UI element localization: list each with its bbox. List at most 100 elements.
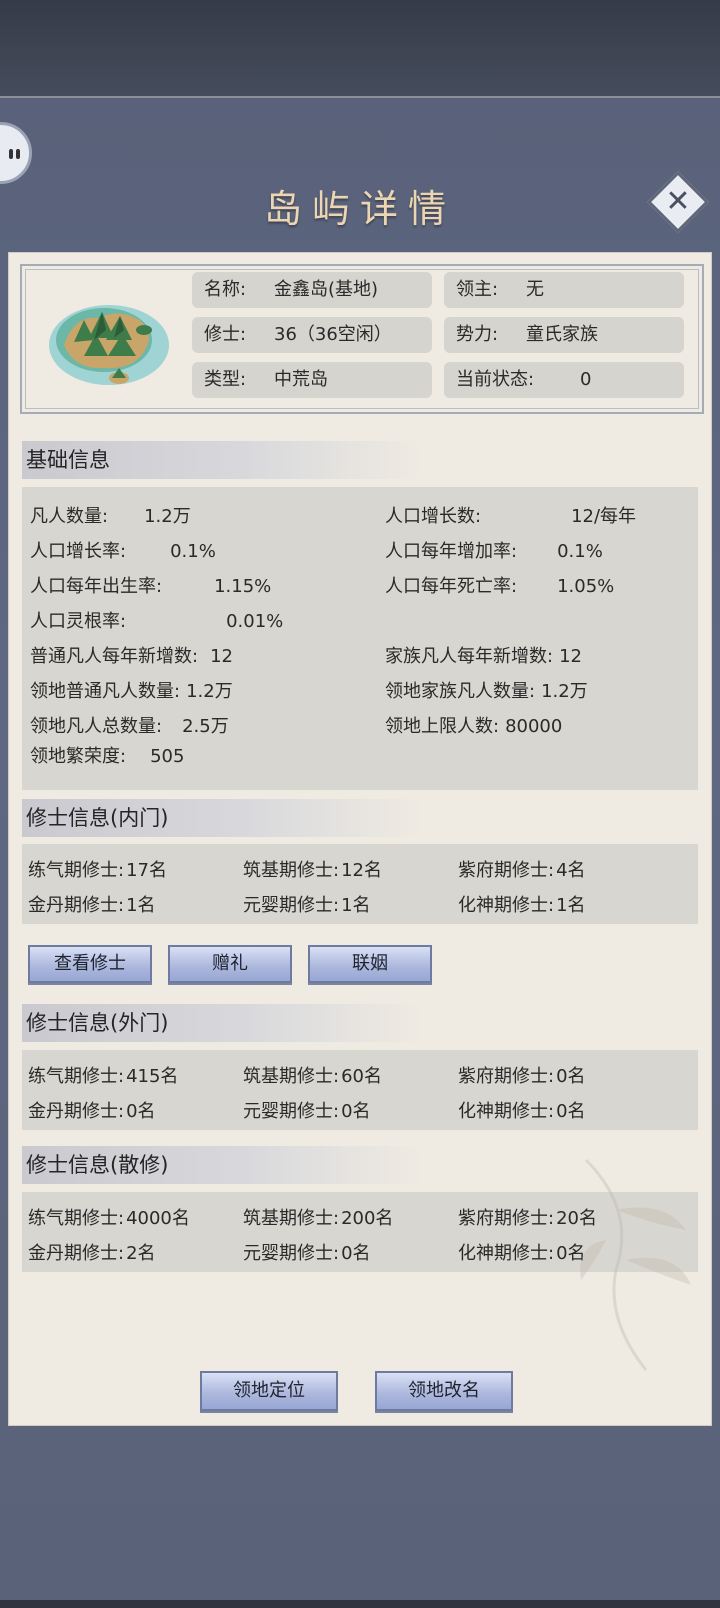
outer-cultivator-value: 0名 xyxy=(341,1101,371,1122)
basic-info-value: 12 xyxy=(559,646,582,667)
inner-cultivator-row: 练气期修士: 17名 xyxy=(28,856,167,882)
loose-cultivator-label: 化神期修士: xyxy=(458,1243,555,1264)
outer-cultivator-row: 化神期修士: 0名 xyxy=(458,1097,586,1123)
basic-info-row: 领地繁荣度: 505 xyxy=(30,742,184,768)
island-name-label: 名称: xyxy=(204,279,247,300)
island-name-value: 金鑫岛(基地) xyxy=(274,279,379,300)
territory-locate-button[interactable]: 领地定位 xyxy=(200,1371,338,1411)
outer-cultivator-label: 练气期修士: xyxy=(28,1066,125,1087)
basic-info-value: 2.5万 xyxy=(182,716,229,737)
view-cultivators-button[interactable]: 查看修士 xyxy=(28,945,152,983)
basic-info-row: 人口增长率: 0.1% xyxy=(30,537,216,563)
basic-info-row: 家族凡人每年新增数: 12 xyxy=(385,642,582,668)
basic-info-label: 人口增长数: xyxy=(385,506,482,527)
basic-info-row: 普通凡人每年新增数: 12 xyxy=(30,642,233,668)
outer-cultivator-label: 紫府期修士: xyxy=(458,1066,555,1087)
loose-cultivator-row: 金丹期修士: 2名 xyxy=(28,1239,156,1265)
loose-cultivator-row: 元婴期修士: 0名 xyxy=(243,1239,371,1265)
inner-cultivator-row: 金丹期修士: 1名 xyxy=(28,891,156,917)
basic-info-label: 普通凡人每年新增数: xyxy=(30,646,199,667)
island-cultivators-cell: 修士: 36（36空闲） xyxy=(192,317,432,353)
basic-info-value: 0.1% xyxy=(170,541,216,562)
basic-info-label: 领地繁荣度: xyxy=(30,746,127,767)
basic-info-value: 12 xyxy=(210,646,233,667)
basic-info-label: 领地家族凡人数量: xyxy=(385,681,536,702)
section-title-basic: 基础信息 xyxy=(22,441,422,479)
loose-cultivator-label: 筑基期修士: xyxy=(243,1208,340,1229)
inner-cultivator-value: 4名 xyxy=(556,860,586,881)
inner-cultivator-row: 筑基期修士: 12名 xyxy=(243,856,382,882)
basic-info-value: 0.1% xyxy=(557,541,603,562)
basic-info-row: 人口每年出生率: 1.15% xyxy=(30,572,271,598)
basic-info-row: 人口增长数: 12/每年 xyxy=(385,502,636,528)
basic-info-value: 505 xyxy=(150,746,185,767)
territory-rename-button[interactable]: 领地改名 xyxy=(375,1371,513,1411)
basic-info-label: 家族凡人每年新增数: xyxy=(385,646,554,667)
loose-cultivator-label: 练气期修士: xyxy=(28,1208,125,1229)
basic-info-label: 领地普通凡人数量: xyxy=(30,681,181,702)
inner-cultivator-value: 1名 xyxy=(556,895,586,916)
outer-cultivator-value: 60名 xyxy=(341,1066,382,1087)
basic-info-row: 领地普通凡人数量: 1.2万 xyxy=(30,677,233,703)
outer-cultivator-row: 练气期修士: 415名 xyxy=(28,1062,178,1088)
inner-cultivator-value: 1名 xyxy=(126,895,156,916)
outer-cultivator-row: 金丹期修士: 0名 xyxy=(28,1097,156,1123)
section-title-inner: 修士信息(内门) xyxy=(22,799,422,837)
loose-cultivator-label: 紫府期修士: xyxy=(458,1208,555,1229)
island-type-cell: 类型: 中荒岛 xyxy=(192,362,432,398)
basic-info-value: 80000 xyxy=(505,716,563,737)
basic-info-label: 人口每年死亡率: xyxy=(385,576,518,597)
inner-cultivator-value: 1名 xyxy=(341,895,371,916)
loose-cultivator-row: 筑基期修士: 200名 xyxy=(243,1204,393,1230)
outer-cultivator-label: 化神期修士: xyxy=(458,1101,555,1122)
island-faction-label: 势力: xyxy=(456,324,499,345)
island-lord-label: 领主: xyxy=(456,279,499,300)
loose-cultivator-label: 元婴期修士: xyxy=(243,1243,340,1264)
island-type-label: 类型: xyxy=(204,369,247,390)
basic-info-value: 12/每年 xyxy=(571,506,637,527)
loose-cultivator-row: 化神期修士: 0名 xyxy=(458,1239,586,1265)
marriage-button[interactable]: 联姻 xyxy=(308,945,432,983)
inner-cultivator-value: 17名 xyxy=(126,860,167,881)
inner-cultivator-label: 化神期修士: xyxy=(458,895,555,916)
inner-cultivator-label: 紫府期修士: xyxy=(458,860,555,881)
outer-cultivator-row: 元婴期修士: 0名 xyxy=(243,1097,371,1123)
basic-info-value: 1.15% xyxy=(214,576,272,597)
basic-info-label: 领地凡人总数量: xyxy=(30,716,163,737)
basic-info-value: 0.01% xyxy=(226,611,284,632)
inner-cultivator-label: 金丹期修士: xyxy=(28,895,125,916)
inner-cultivator-row: 紫府期修士: 4名 xyxy=(458,856,586,882)
basic-info-row: 领地凡人总数量: 2.5万 xyxy=(30,712,229,738)
outer-cultivator-label: 元婴期修士: xyxy=(243,1101,340,1122)
outer-cultivator-value: 0名 xyxy=(126,1101,156,1122)
inner-cultivator-label: 元婴期修士: xyxy=(243,895,340,916)
island-cultivators-value: 36（36空闲） xyxy=(274,324,392,345)
island-state-cell: 当前状态: 0 xyxy=(444,362,684,398)
outer-cultivator-label: 筑基期修士: xyxy=(243,1066,340,1087)
island-map-icon xyxy=(49,305,169,385)
loose-cultivator-value: 2名 xyxy=(126,1243,156,1264)
basic-info-label: 人口每年增加率: xyxy=(385,541,518,562)
basic-info-label: 人口灵根率: xyxy=(30,611,127,632)
island-lord-value: 无 xyxy=(526,279,544,300)
gift-button[interactable]: 赠礼 xyxy=(168,945,292,983)
island-cultivators-label: 修士: xyxy=(204,324,247,345)
island-state-value: 0 xyxy=(580,369,592,390)
inner-cultivator-value: 12名 xyxy=(341,860,382,881)
basic-info-label: 领地上限人数: xyxy=(385,716,500,737)
basic-info-row: 人口灵根率: 0.01% xyxy=(30,607,283,633)
island-faction-value: 童氏家族 xyxy=(526,324,598,345)
outer-cultivator-row: 筑基期修士: 60名 xyxy=(243,1062,382,1088)
basic-info-row: 凡人数量: 1.2万 xyxy=(30,502,191,528)
island-state-label: 当前状态: xyxy=(456,369,535,390)
basic-info-label: 人口每年出生率: xyxy=(30,576,163,597)
outer-cultivator-row: 紫府期修士: 0名 xyxy=(458,1062,586,1088)
inner-cultivator-row: 元婴期修士: 1名 xyxy=(243,891,371,917)
basic-info-label: 人口增长率: xyxy=(30,541,127,562)
inner-cultivator-label: 练气期修士: xyxy=(28,860,125,881)
basic-info-value: 1.2万 xyxy=(541,681,588,702)
island-name-cell: 名称: 金鑫岛(基地) xyxy=(192,272,432,308)
top-bar xyxy=(0,0,720,99)
basic-info-row: 人口每年死亡率: 1.05% xyxy=(385,572,614,598)
basic-info-value: 1.2万 xyxy=(144,506,191,527)
